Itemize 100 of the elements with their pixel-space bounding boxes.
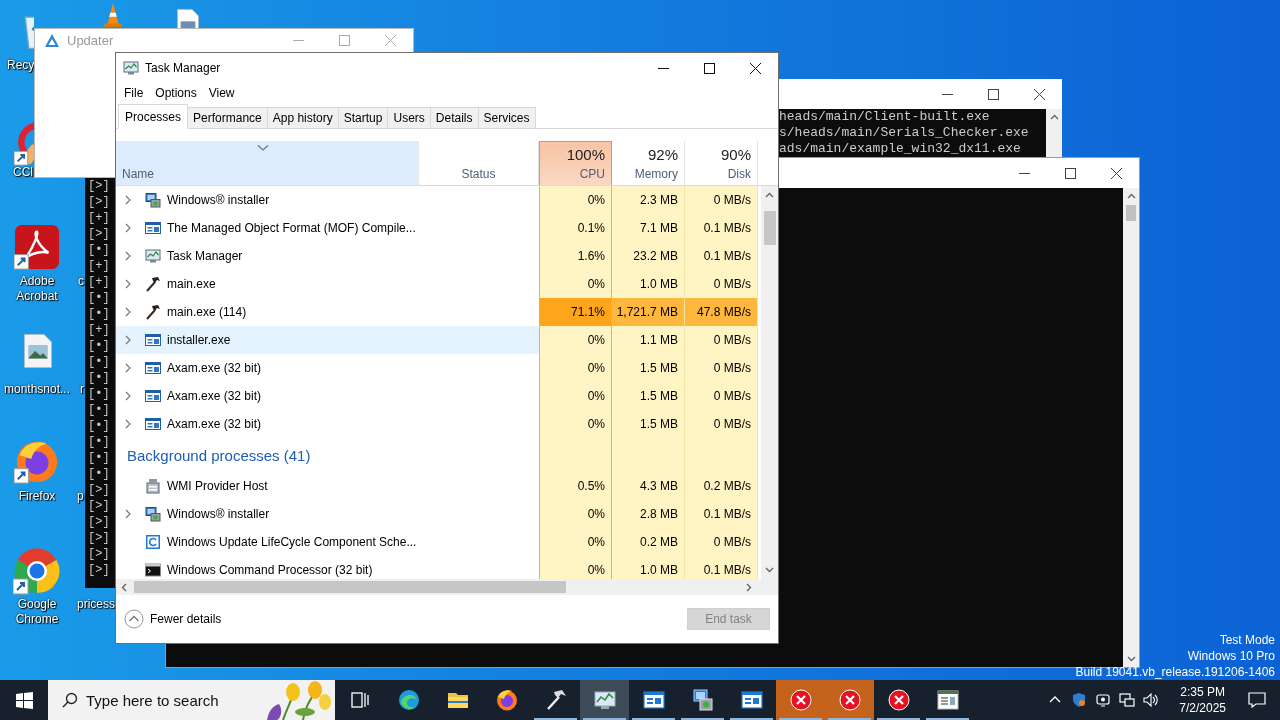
expand-icon[interactable] bbox=[123, 509, 133, 519]
process-row[interactable]: Axam.exe (32 bit) 0% 1.5 MB 0 MB/s bbox=[116, 410, 761, 438]
notification-icon bbox=[1248, 691, 1266, 709]
menu-item[interactable]: File bbox=[118, 86, 150, 100]
window-icon bbox=[739, 688, 764, 712]
process-name: Axam.exe (32 bit) bbox=[167, 417, 262, 431]
tab[interactable]: App history bbox=[266, 107, 339, 128]
clock[interactable]: 2:35 PM 7/2/2025 bbox=[1171, 684, 1234, 716]
console-line: [>] bbox=[88, 482, 110, 498]
shield-icon[interactable] bbox=[1071, 692, 1088, 708]
process-row[interactable]: main.exe (114) 71.1% 1,721.7 MB 47.8 MB/s bbox=[116, 298, 761, 326]
process-row[interactable]: main.exe 0% 1.0 MB 0 MB/s bbox=[116, 270, 761, 298]
column-header[interactable]: Name bbox=[116, 141, 419, 185]
process-row[interactable]: installer.exe 0% 1.1 MB 0 MB/s bbox=[116, 326, 761, 354]
network-icon[interactable] bbox=[1119, 692, 1136, 708]
table-cell: 0.2 MB bbox=[612, 528, 685, 556]
expand-icon[interactable] bbox=[123, 419, 133, 429]
expand-icon[interactable] bbox=[123, 391, 133, 401]
expand-icon[interactable] bbox=[123, 307, 133, 317]
expand-icon[interactable] bbox=[123, 363, 133, 373]
hammer-icon bbox=[145, 304, 161, 320]
volume-icon[interactable] bbox=[1143, 692, 1160, 708]
expand-icon[interactable] bbox=[123, 251, 133, 261]
vertical-scrollbar[interactable] bbox=[1123, 188, 1139, 667]
console-line: [+] bbox=[88, 210, 110, 226]
window-icon bbox=[145, 220, 161, 236]
table-cell: 0 MB/s bbox=[685, 186, 758, 214]
fewer-details-button[interactable]: Fewer details bbox=[124, 609, 222, 629]
process-row[interactable]: WMI Provider Host 0.5% 4.3 MB 0.2 MB/s bbox=[116, 472, 761, 500]
vertical-scrollbar[interactable] bbox=[1046, 109, 1062, 157]
table-cell: 0% bbox=[539, 354, 612, 382]
column-label: Disk bbox=[727, 167, 751, 181]
pdf-app-icon[interactable] bbox=[14, 224, 60, 270]
usage-percent: 100% bbox=[566, 146, 605, 163]
scroll-right-icon bbox=[744, 582, 753, 592]
console-line: [•] bbox=[88, 370, 110, 386]
console-line: [>] bbox=[88, 546, 110, 562]
table-cell: 0% bbox=[539, 410, 612, 438]
window-icon bbox=[641, 688, 666, 712]
monitor-icon bbox=[145, 248, 161, 264]
tab[interactable]: Details bbox=[429, 107, 479, 128]
error-icon bbox=[886, 688, 911, 712]
search-icon bbox=[62, 692, 78, 708]
menu-item[interactable]: Options bbox=[149, 86, 203, 100]
browser-icon[interactable] bbox=[13, 547, 61, 595]
vertical-scrollbar[interactable] bbox=[761, 186, 778, 579]
taskbar-button[interactable] bbox=[580, 680, 629, 720]
console-line: heads/main/Client-built.exe bbox=[779, 109, 990, 125]
scroll-thumb[interactable] bbox=[134, 581, 566, 593]
browser-icon bbox=[396, 688, 421, 712]
expand-icon[interactable] bbox=[123, 195, 133, 205]
tab[interactable]: Processes bbox=[118, 104, 189, 129]
process-name: Axam.exe (32 bit) bbox=[167, 361, 262, 375]
group-header: Background processes (41) bbox=[126, 445, 312, 466]
tab[interactable]: Services bbox=[477, 107, 536, 128]
browser-icon bbox=[494, 688, 519, 712]
process-row[interactable]: The Managed Object Format (MOF) Compile... 0.1% 7.1 MB 0.1 MB/s bbox=[116, 214, 761, 242]
document-window-icon bbox=[935, 688, 960, 712]
table-cell: 2.8 MB bbox=[612, 500, 685, 528]
window-icon bbox=[145, 360, 161, 376]
process-row[interactable]: Axam.exe (32 bit) 0% 1.5 MB 0 MB/s bbox=[116, 382, 761, 410]
search-field[interactable]: Type here to search bbox=[86, 691, 236, 709]
table-cell: 0% bbox=[539, 528, 612, 556]
process-row[interactable]: Windows® installer 0% 2.3 MB 0 MB/s bbox=[116, 186, 761, 214]
tab[interactable]: Users bbox=[387, 107, 431, 128]
maximize-icon bbox=[338, 35, 350, 46]
table-cell: 2.3 MB bbox=[612, 186, 685, 214]
process-name: Task Manager bbox=[167, 249, 243, 263]
process-row[interactable]: Windows Update LifeCycle Component Sche... 0% 0.2 MB 0 MB/s bbox=[116, 528, 761, 556]
scroll-thumb[interactable] bbox=[1126, 205, 1136, 221]
console-line: [•] bbox=[88, 402, 110, 418]
process-name: Windows® installer bbox=[167, 193, 270, 207]
window-icon bbox=[145, 388, 161, 404]
window-icon bbox=[145, 332, 161, 348]
error-icon bbox=[788, 688, 813, 712]
column-label: CPU bbox=[579, 167, 605, 181]
process-row[interactable]: Axam.exe (32 bit) 0% 1.5 MB 0 MB/s bbox=[116, 354, 761, 382]
process-name: Windows Command Processor (32 bit) bbox=[167, 563, 373, 577]
monitor-icon bbox=[123, 60, 139, 76]
tab[interactable]: Performance bbox=[187, 107, 268, 128]
close-icon bbox=[1110, 167, 1122, 179]
console-icon bbox=[145, 562, 161, 578]
column-header[interactable]: 100% CPU bbox=[539, 141, 612, 185]
horizontal-scrollbar[interactable] bbox=[116, 579, 778, 595]
table-cell: 1.5 MB bbox=[612, 382, 685, 410]
expand-icon[interactable] bbox=[123, 335, 133, 345]
table-cell: 0% bbox=[539, 556, 612, 579]
scroll-down-icon bbox=[1126, 654, 1136, 663]
scroll-thumb[interactable] bbox=[763, 211, 776, 245]
table-cell: 0.1 MB/s bbox=[685, 214, 758, 242]
installer-icon bbox=[145, 506, 161, 522]
error-icon bbox=[837, 688, 862, 712]
expand-icon[interactable] bbox=[123, 279, 133, 289]
menu-item[interactable]: View bbox=[202, 86, 241, 100]
camera-icon[interactable] bbox=[1095, 692, 1112, 708]
expand-icon[interactable] bbox=[123, 223, 133, 233]
process-row[interactable]: Windows® installer 0% 2.8 MB 0.1 MB/s bbox=[116, 500, 761, 528]
tab[interactable]: Startup bbox=[337, 107, 389, 128]
table-cell: 47.8 MB/s bbox=[685, 298, 758, 326]
process-row[interactable]: Task Manager 1.6% 23.2 MB 0.1 MB/s bbox=[116, 242, 761, 270]
